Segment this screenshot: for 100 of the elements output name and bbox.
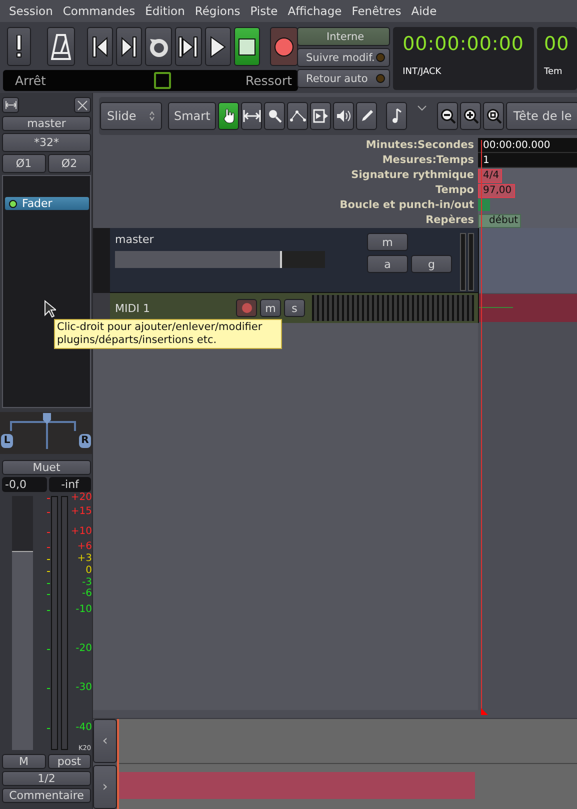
clock-time: 00 bbox=[544, 33, 567, 55]
phase-button[interactable]: Ø1 bbox=[2, 154, 46, 173]
peak-display: -inf bbox=[49, 477, 91, 492]
clock-panel[interactable]: 00 Tem bbox=[537, 27, 577, 90]
loop-button[interactable] bbox=[145, 27, 172, 66]
pencil-tool-button[interactable] bbox=[356, 102, 378, 130]
ruler-label: Repères bbox=[424, 213, 475, 228]
clock-source: INT/JACK bbox=[402, 67, 442, 77]
start-button[interactable] bbox=[87, 27, 114, 66]
track-button[interactable]: a bbox=[367, 255, 408, 273]
processor-item[interactable]: Fader bbox=[4, 196, 90, 211]
meter-scale-label: +15 bbox=[70, 506, 92, 518]
meter-scale-label: +20 bbox=[70, 492, 92, 504]
meter-point-button[interactable]: M bbox=[2, 754, 46, 769]
zoom-tool-button[interactable] bbox=[264, 102, 286, 130]
range-button[interactable] bbox=[174, 27, 202, 66]
meter-scale-label: +3 bbox=[77, 553, 92, 565]
track-header[interactable]: master m a g bbox=[110, 228, 478, 293]
note-button[interactable] bbox=[386, 102, 408, 130]
ruler-value: 00:00:00.000 bbox=[482, 140, 550, 151]
meter-scale-label: 0 bbox=[86, 565, 92, 577]
menu-item[interactable]: Piste bbox=[245, 4, 283, 18]
scroll-left-button[interactable]: ‹ bbox=[93, 719, 117, 763]
record-button[interactable] bbox=[270, 27, 298, 66]
play-range-icon bbox=[178, 36, 198, 58]
zoom-in-icon bbox=[462, 108, 479, 124]
phase-button[interactable]: Ø2 bbox=[48, 154, 91, 173]
track-meter bbox=[460, 233, 474, 291]
meter-position-button[interactable]: post bbox=[48, 754, 91, 769]
ruler[interactable]: 1 bbox=[478, 153, 577, 168]
meter-scale-label: +10 bbox=[70, 526, 92, 538]
track-button[interactable]: m bbox=[260, 299, 281, 317]
toggle-button[interactable]: Suivre modif. bbox=[297, 48, 390, 67]
comment-button[interactable]: Commentaire bbox=[2, 788, 91, 803]
ruler-label: Signature rythmique bbox=[350, 168, 475, 183]
ruler[interactable]: 97,00 bbox=[478, 183, 577, 198]
audition-tool-button[interactable] bbox=[333, 102, 354, 130]
zoom-fit-icon bbox=[486, 108, 502, 124]
record-arm-button[interactable] bbox=[236, 299, 257, 317]
track-button[interactable]: g bbox=[411, 255, 452, 273]
ruler[interactable]: début bbox=[478, 213, 577, 228]
ruler[interactable]: 00:00:00.000 bbox=[478, 138, 577, 153]
close-button[interactable] bbox=[74, 97, 91, 113]
clock-panel[interactable]: 00:00:00:00 INT/JACK bbox=[392, 27, 534, 90]
toggle-button[interactable]: Retour auto bbox=[297, 69, 390, 88]
track-button[interactable]: m bbox=[367, 233, 408, 251]
ruler-value: 1 bbox=[482, 155, 490, 166]
chevron-down-icon[interactable] bbox=[417, 105, 428, 111]
zoom-in-button[interactable] bbox=[460, 102, 482, 130]
output-button[interactable]: 1/2 bbox=[2, 771, 91, 786]
strip-name-button[interactable]: master bbox=[2, 116, 91, 131]
meter-marker[interactable]: 4/4 bbox=[478, 169, 502, 183]
metronome-button[interactable] bbox=[47, 27, 76, 66]
ruler-label: Mesures:Temps bbox=[381, 153, 475, 168]
input-button[interactable]: *32* bbox=[2, 133, 91, 152]
record-icon bbox=[274, 36, 294, 56]
end-button[interactable] bbox=[116, 27, 142, 66]
stretch-tool-button[interactable] bbox=[310, 102, 332, 130]
tempo-marker[interactable]: 97,00 bbox=[478, 184, 515, 198]
clock-source: Tem bbox=[544, 67, 564, 77]
location-marker[interactable]: début bbox=[478, 214, 522, 228]
magnifier-icon bbox=[268, 109, 282, 123]
close-icon bbox=[77, 100, 88, 110]
width-button[interactable] bbox=[2, 97, 19, 113]
zoom-focus-dropdown[interactable]: Tête de le bbox=[506, 102, 577, 130]
gain-display[interactable]: -0,0 bbox=[2, 477, 47, 492]
status-text: Arrêt bbox=[15, 73, 46, 88]
tooltip: Clic-droit pour ajouter/enlever/modifier plugins/départs/insertions etc. bbox=[54, 319, 282, 349]
zoom-out-button[interactable] bbox=[437, 102, 458, 130]
sync-button[interactable]: Interne bbox=[297, 27, 390, 46]
grab-tool-button[interactable] bbox=[218, 102, 240, 130]
track-fader[interactable] bbox=[115, 251, 325, 268]
play-button[interactable] bbox=[204, 27, 231, 66]
edit-mode-dropdown[interactable]: Slide bbox=[100, 102, 162, 130]
track-header[interactable]: MIDI 1 m s bbox=[110, 293, 478, 323]
panner[interactable]: L R bbox=[0, 412, 92, 454]
ruler-label: Boucle et punch-in/out bbox=[338, 198, 475, 213]
pan-right-label: R bbox=[79, 434, 91, 448]
menu-item[interactable]: Régions bbox=[190, 4, 246, 18]
pencil-icon bbox=[360, 109, 374, 123]
ruler[interactable]: 4/4 bbox=[478, 168, 577, 183]
track-button[interactable]: s bbox=[284, 299, 305, 317]
scroll-right-button[interactable]: › bbox=[93, 765, 117, 809]
menu-item[interactable]: Commandes bbox=[58, 4, 140, 18]
pan-left-label: L bbox=[1, 434, 13, 448]
draw-tool-button[interactable] bbox=[287, 102, 308, 130]
range-tool-button[interactable] bbox=[241, 102, 262, 130]
menu-item[interactable]: Aide bbox=[406, 4, 442, 18]
menu-item[interactable]: Session bbox=[4, 4, 58, 18]
smart-mode-button[interactable]: Smart bbox=[168, 102, 216, 130]
stop-button[interactable] bbox=[234, 27, 260, 66]
stop-icon bbox=[238, 38, 256, 56]
mute-button[interactable]: Muet bbox=[2, 460, 91, 475]
record-icon bbox=[242, 303, 252, 313]
menu-item[interactable]: Édition bbox=[140, 4, 190, 18]
alert-button[interactable] bbox=[7, 27, 32, 66]
menu-item[interactable]: Fenêtres bbox=[346, 4, 406, 18]
alert-icon bbox=[15, 34, 24, 58]
zoom-fit-button[interactable] bbox=[483, 102, 504, 130]
menu-item[interactable]: Affichage bbox=[282, 4, 347, 18]
